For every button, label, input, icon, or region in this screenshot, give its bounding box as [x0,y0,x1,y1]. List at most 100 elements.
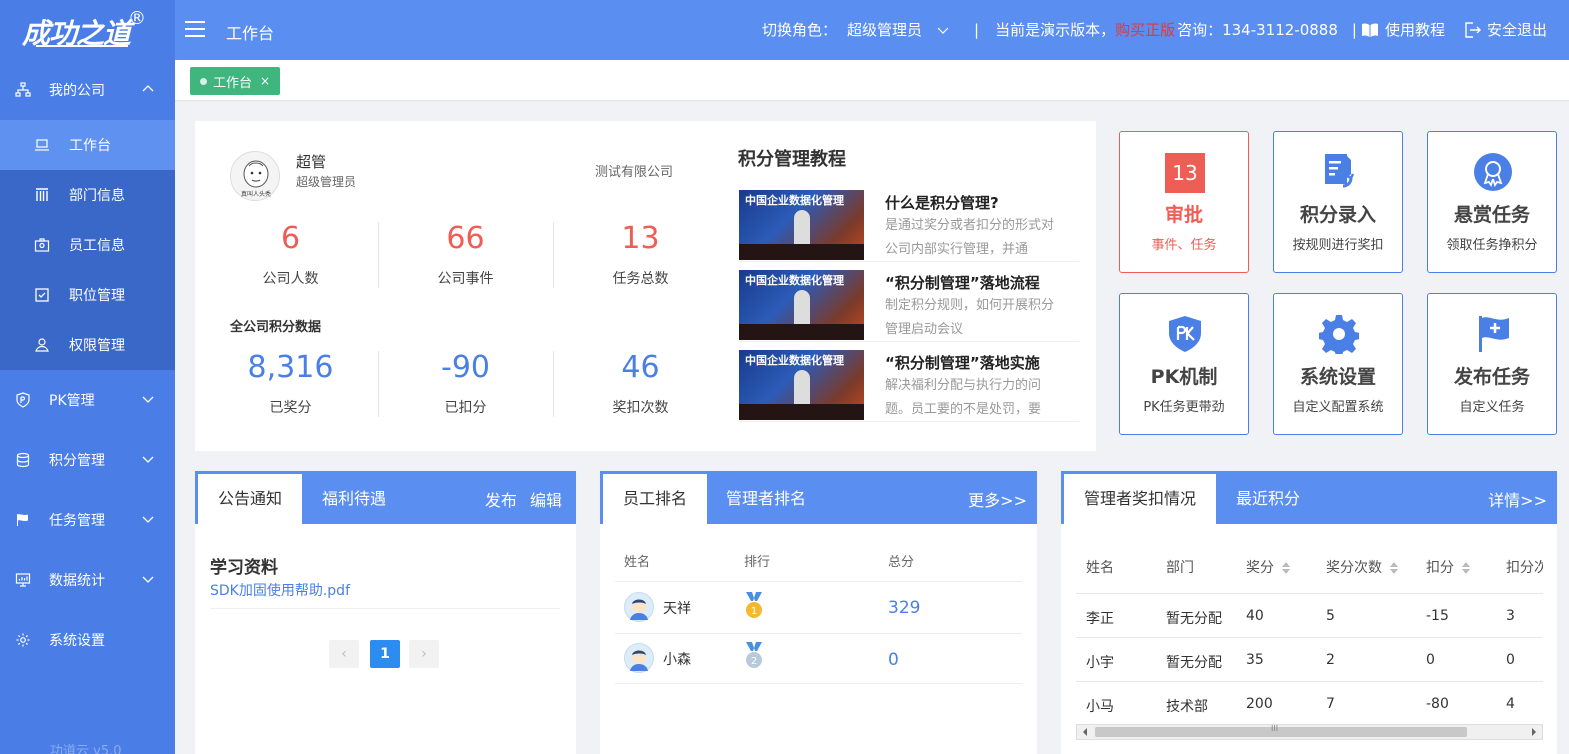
ranking-score: 329 [888,598,921,618]
pager-page-1[interactable]: 1 [370,640,400,668]
sidebar-group-tasks[interactable]: 任务管理 [0,490,175,550]
column-header-department: 部门 [1166,560,1194,576]
tab-workbench[interactable]: 工作台 × [190,67,281,95]
sidebar-group-statistics[interactable]: 数据统计 [0,550,175,610]
user-name: 超管 [296,153,327,171]
ranking-panel-header: 员工排名 管理者排名 更多>> [600,471,1037,524]
tab-manager-ranking[interactable]: 管理者排名 [712,474,820,524]
logout-icon [1465,21,1481,38]
sidebar-item-departments[interactable]: 部门信息 [0,170,175,220]
scroll-right-arrow-icon[interactable] [1529,725,1539,739]
tab-close-icon[interactable]: × [260,74,270,88]
stat-employee-count[interactable]: 6 公司人数 [203,221,378,288]
user-role: 超级管理员 [296,175,357,189]
thumbnail-caption: 中国企业数据化管理 [745,194,844,207]
id-card-icon [34,238,50,252]
horizontal-scrollbar[interactable]: III [1076,724,1543,740]
chevron-down-icon [937,27,949,34]
sidebar-group-label: 数据统计 [49,573,105,589]
chevron-up-icon [142,85,154,92]
header-actions: 切换角色： 超级管理员 | 当前是演示版本， 购买正版 咨询：134-3112-… [762,19,1547,40]
hamburger-menu-icon[interactable] [185,20,205,38]
tab-notices[interactable]: 公告通知 [198,474,302,524]
table-cell: 技术部 [1166,699,1208,715]
divider [615,581,1022,582]
document-edit-icon [1325,154,1355,188]
column-header-award-times[interactable]: 奖分次数 [1326,557,1399,577]
gear-icon [16,633,30,647]
tutorial-item[interactable]: 中国企业数据化管理 “积分制管理”落地流程 制定积分规则，如何开展积分管理启动会… [739,270,1079,342]
notice-item-title: 学习资料 [210,558,278,578]
logo[interactable]: 成功之道 ® [0,0,175,60]
quick-card-approval[interactable]: 13 审批 事件、任务 [1119,131,1249,273]
stat-awarded-points[interactable]: 8,316 已奖分 [203,350,378,417]
column-header-deduct-times[interactable]: 扣分次 [1506,557,1543,577]
buy-link[interactable]: 购买正版 [1115,19,1175,40]
sidebar-group-label: 系统设置 [49,633,105,649]
switch-role-label: 切换角色： [761,21,837,39]
tutorial-item-title: “积分制管理”落地流程 [885,274,1040,292]
database-icon [16,452,30,468]
tutorial-item[interactable]: 中国企业数据化管理 什么是积分管理? 是通过奖分或者扣分的形式对公司内部实行管理… [739,190,1079,262]
sidebar-item-label: 员工信息 [69,238,125,254]
details-link[interactable]: 详情>> [1488,487,1547,511]
edit-button[interactable]: 编辑 [530,491,562,510]
stat-deducted-points[interactable]: -90 已扣分 [378,350,553,417]
avatar[interactable]: 真叫人头秃 [230,151,280,201]
role-select[interactable]: 超级管理员 [847,19,950,40]
quick-card-pk[interactable]: PK机制 PK任务更带劲 [1119,293,1249,435]
logo-underline [36,45,128,47]
notice-panel-header: 公告通知 福利待遇 发布 编辑 [195,471,576,524]
scrollbar-thumb[interactable]: III [1095,724,1467,737]
stat-task-total[interactable]: 13 任务总数 [553,221,728,288]
sidebar-item-employees[interactable]: 员工信息 [0,220,175,270]
sidebar-group-pk[interactable]: PK管理 [0,370,175,430]
approval-count-badge: 13 [1165,153,1205,193]
quick-card-points-entry[interactable]: 积分录入 按规则进行奖扣 [1273,131,1403,273]
notice-panel: 公告通知 福利待遇 发布 编辑 学习资料 SDK加固使用帮助.pdf ‹ 1 › [195,471,576,754]
building-columns-icon [36,188,48,201]
flag-icon [17,514,28,526]
table-cell: 35 [1246,652,1264,668]
sidebar-item-workbench[interactable]: 工作台 [0,120,175,170]
chevron-down-icon [142,516,154,523]
quick-card-subtitle: 自定义配置系统 [1292,400,1384,415]
tutorial-link[interactable]: 使用教程 [1361,19,1445,40]
sort-icon [1390,562,1399,574]
chevron-down-icon [142,576,154,583]
quick-card-publish-task[interactable]: 发布任务 自定义任务 [1427,293,1557,435]
company-name: 测试有限公司 [595,165,674,180]
tutorial-item[interactable]: 中国企业数据化管理 “积分制管理”落地实施 解决福利分配与执行力的问题。员工要的… [739,350,1079,422]
more-link[interactable]: 更多>> [968,487,1027,511]
quick-card-bounty-task[interactable]: 悬赏任务 领取任务挣积分 [1427,131,1557,273]
thumbnail-caption: 中国企业数据化管理 [745,354,844,367]
table-cell: -15 [1426,608,1449,624]
tab-employee-ranking[interactable]: 员工排名 [603,474,707,524]
sidebar-group-my-company[interactable]: 我的公司 [0,60,175,120]
column-header-award[interactable]: 奖分 [1246,557,1291,577]
pager-next-button[interactable]: › [409,640,439,668]
notice-file-link[interactable]: SDK加固使用帮助.pdf [210,580,350,600]
stat-company-events[interactable]: 66 公司事件 [378,221,553,288]
scroll-left-arrow-icon[interactable] [1080,725,1090,739]
tab-recent-points[interactable]: 最近积分 [1221,474,1315,524]
quick-card-system-settings[interactable]: 系统设置 自定义配置系统 [1273,293,1403,435]
sidebar-group-points[interactable]: 积分管理 [0,430,175,490]
pager-prev-button[interactable]: ‹ [329,640,359,668]
points-section-title: 全公司积分数据 [230,320,322,335]
consult-phone: 咨询：134-3112-0888 [1177,21,1338,39]
sidebar-item-positions[interactable]: 职位管理 [0,270,175,320]
award-icon [1474,153,1512,191]
logout-link[interactable]: 安全退出 [1463,19,1547,40]
medal-rank: 2 [751,656,757,667]
stat-award-times[interactable]: 46 奖扣次数 [553,350,728,417]
publish-button[interactable]: 发布 [485,491,517,510]
column-header-name: 姓名 [1086,560,1114,576]
column-header-deduct[interactable]: 扣分 [1426,557,1471,577]
sidebar-item-permissions[interactable]: 权限管理 [0,320,175,370]
tab-benefits[interactable]: 福利待遇 [307,474,401,524]
flag-icon [1479,316,1509,352]
tab-manager-rewards[interactable]: 管理者奖扣情况 [1064,474,1216,524]
stat-label: 已扣分 [444,400,487,416]
sidebar-group-settings[interactable]: 系统设置 [0,610,175,670]
